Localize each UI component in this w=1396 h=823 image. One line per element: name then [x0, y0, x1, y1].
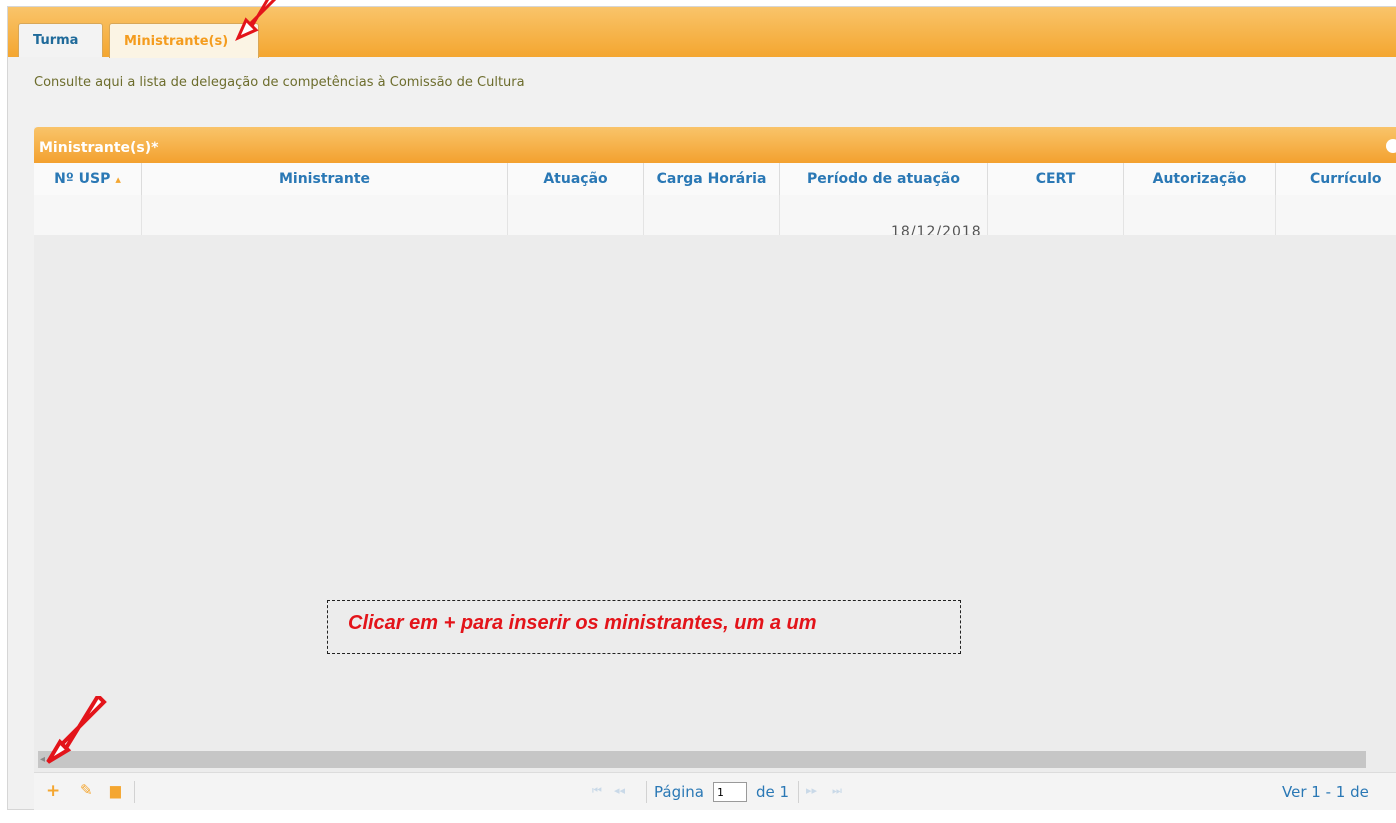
- tab-bar: Turma Ministrante(s): [8, 7, 1396, 58]
- annotation-text: Clicar em + para inserir os ministrantes…: [348, 612, 817, 634]
- date-fragment: 18/12/2018: [891, 224, 982, 235]
- divider: [134, 781, 135, 803]
- col-nusp[interactable]: Nº USP ▴: [34, 163, 142, 195]
- table-cell: [34, 195, 142, 235]
- first-page-icon[interactable]: ⏮: [592, 784, 602, 798]
- view-range: Ver 1 - 1 de: [1282, 783, 1369, 801]
- grid-column-headers: Nº USP ▴ Ministrante Atuação Carga Horár…: [34, 163, 1396, 196]
- table-cell: [644, 195, 780, 235]
- tab-turma[interactable]: Turma: [18, 23, 103, 57]
- col-cert-label: CERT: [1035, 171, 1076, 187]
- col-curriculo-label: Currículo: [1310, 171, 1382, 187]
- col-autorizacao[interactable]: Autorização: [1124, 163, 1276, 195]
- main-frame: Turma Ministrante(s) Consulte aqui a lis…: [7, 6, 1396, 810]
- arrow-icon: [235, 0, 277, 41]
- col-cert[interactable]: CERT: [988, 163, 1124, 195]
- delete-icon[interactable]: ▆: [110, 783, 121, 799]
- col-ministrante[interactable]: Ministrante: [142, 163, 508, 195]
- next-page-icon[interactable]: ▸▸: [806, 784, 817, 797]
- divider: [798, 781, 799, 803]
- last-page-icon[interactable]: ⏭: [832, 784, 842, 798]
- page-label: Página: [654, 783, 704, 801]
- page-input[interactable]: [713, 782, 747, 802]
- grid-header-bar: Ministrante(s)*: [34, 127, 1396, 163]
- table-cell: [1124, 195, 1276, 235]
- grid-title: Ministrante(s)*: [39, 140, 159, 156]
- divider: [646, 781, 647, 803]
- col-curriculo[interactable]: Currículo: [1276, 163, 1396, 195]
- col-nusp-label: Nº USP: [54, 171, 111, 187]
- col-periodo-label: Período de atuação: [807, 171, 960, 187]
- table-cell: [508, 195, 644, 235]
- horizontal-scrollbar[interactable]: [38, 751, 1366, 768]
- col-periodo[interactable]: Período de atuação: [780, 163, 988, 195]
- col-carga-horaria-label: Carga Horária: [656, 171, 767, 187]
- table-cell: [988, 195, 1124, 235]
- annotation-box: Clicar em + para inserir os ministrantes…: [327, 600, 961, 654]
- page-total: de 1: [756, 783, 790, 801]
- col-carga-horaria[interactable]: Carga Horária: [644, 163, 780, 195]
- sort-icon: ▴: [115, 172, 121, 186]
- ministrantes-grid: Ministrante(s)* Nº USP ▴ Ministrante Atu…: [34, 127, 1396, 810]
- col-ministrante-label: Ministrante: [278, 171, 371, 187]
- table-cell: [142, 195, 508, 235]
- table-row[interactable]: 18/12/2018: [34, 195, 1396, 235]
- grid-pager: + ✎ ▆ ⏮ ◂◂ Página de 1 ▸▸ ⏭ Ver 1 - 1 de: [34, 772, 1396, 810]
- tab-turma-label: Turma: [33, 33, 79, 48]
- collapse-icon[interactable]: [1386, 139, 1396, 153]
- arrow-icon: [46, 696, 107, 764]
- edit-icon[interactable]: ✎: [80, 781, 93, 799]
- page-description: Consulte aqui a lista de delegação de co…: [34, 75, 525, 90]
- col-atuacao[interactable]: Atuação: [508, 163, 644, 195]
- col-atuacao-label: Atuação: [543, 171, 608, 187]
- add-icon[interactable]: +: [46, 781, 60, 801]
- prev-page-icon[interactable]: ◂◂: [614, 784, 625, 797]
- col-autorizacao-label: Autorização: [1152, 171, 1247, 187]
- tab-ministrantes-label: Ministrante(s): [124, 33, 229, 49]
